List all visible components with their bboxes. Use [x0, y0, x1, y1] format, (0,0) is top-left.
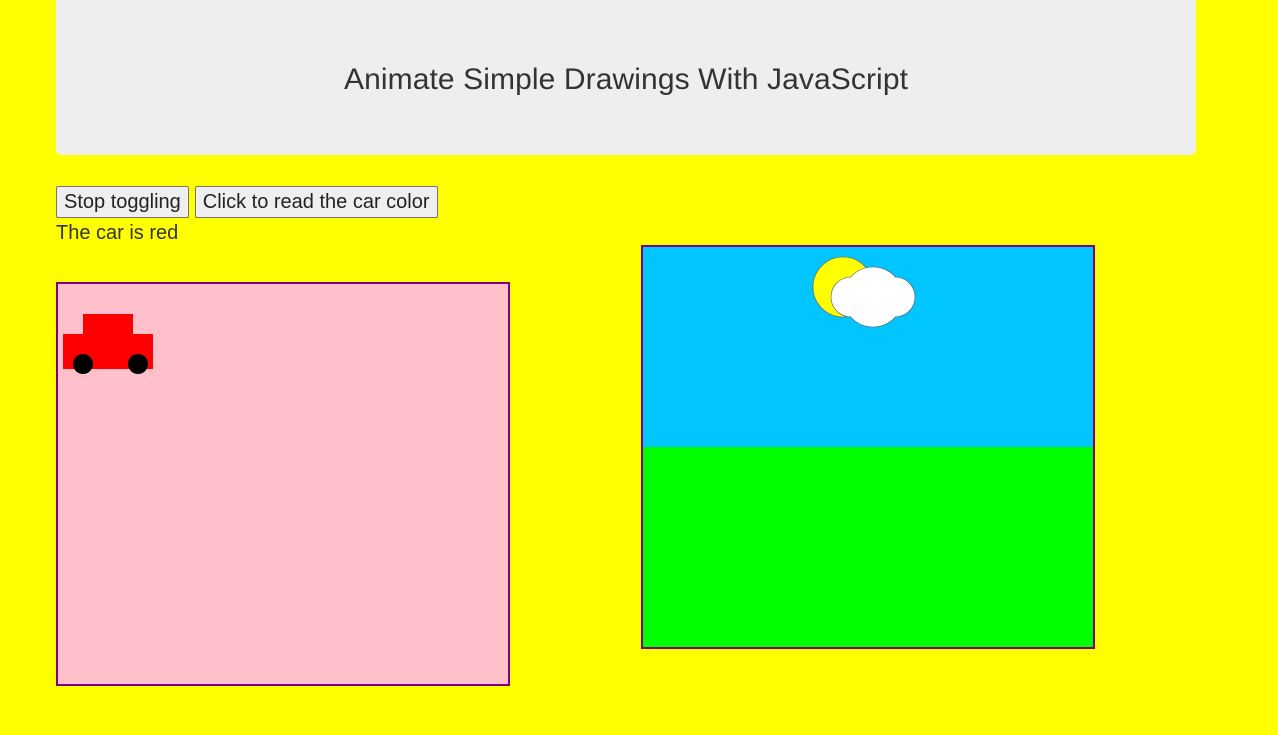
car-roof [83, 314, 133, 335]
landscape-drawing [643, 247, 1093, 647]
car-color-status: The car is red [56, 222, 179, 244]
car-drawing [63, 314, 153, 374]
car-front-wheel [128, 354, 148, 374]
controls-bar: Stop toggling Click to read the car colo… [56, 186, 438, 218]
header-banner: Animate Simple Drawings With JavaScript [56, 0, 1196, 155]
car-rear-wheel [73, 354, 93, 374]
page-title: Animate Simple Drawings With JavaScript [343, 63, 909, 96]
landscape-canvas [641, 245, 1095, 649]
car-canvas [56, 282, 510, 686]
grass [643, 447, 1093, 647]
read-car-color-button[interactable]: Click to read the car color [194, 186, 438, 218]
stop-toggling-button[interactable]: Stop toggling [56, 186, 189, 218]
